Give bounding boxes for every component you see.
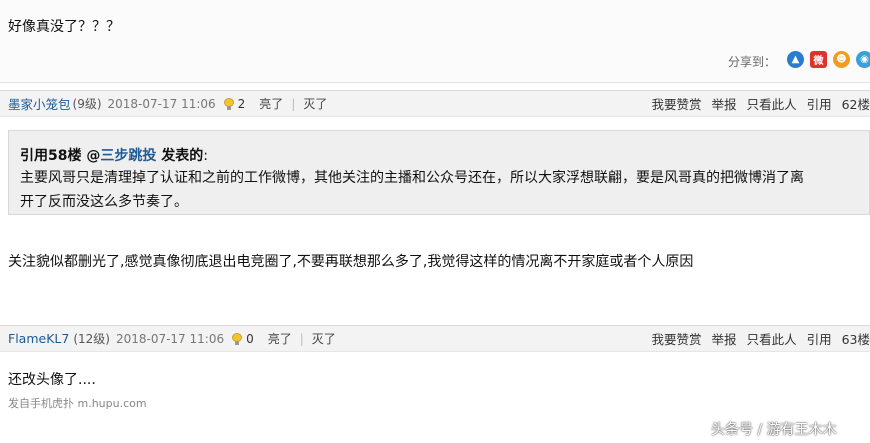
watermark: 头条号 / 游有王木木 [711,422,837,438]
quote-suffix: 发表的 [156,148,204,164]
only-this-user-button[interactable]: 只看此人 [747,94,797,113]
quote-prefix: 引用58楼 @ [20,148,101,164]
reply-header: FlameKL7 (12级) 2018-07-17 11:06 0 亮了 | 灭… [0,325,870,352]
quote-line-2: 开了反而没这么多节奏了。 [20,194,188,210]
reward-button[interactable]: 我要赞赏 [652,329,702,348]
dim-button[interactable]: 灭了 [304,330,336,347]
source-link[interactable]: 发自手机虎扑 m.hupu.com [8,395,147,411]
quote-button[interactable]: 引用 [807,94,832,113]
share-icons: ▲ 微 ☻ ◉ [787,51,870,68]
user-level: (12级) [73,332,110,346]
floor-number: 62楼 [841,97,870,112]
reply-body: 关注貌似都删光了,感觉真像彻底退出电竞圈了,不要再联想那么多了,我觉得这样的情况… [8,254,694,270]
timestamp: 2018-07-17 11:06 [115,331,225,346]
quote-line-1: 主要风哥只是清理掉了认证和之前的工作微博，其他关注的主播和公众号还在，所以大家浮… [20,170,804,186]
post-area [0,0,870,83]
qzone-icon[interactable]: ▲ [787,51,804,68]
quoted-username[interactable]: 三步跳投 [100,148,156,164]
quote-header: 引用58楼 @三步跳投 发表的: [20,145,208,165]
user-level: (9级) [72,97,102,111]
floor-number: 63楼 [841,332,870,347]
like-count: 0 [246,331,254,346]
quote-button[interactable]: 引用 [807,329,832,348]
divider: | [291,96,296,111]
divider: | [299,331,304,346]
reward-button[interactable]: 我要赞赏 [652,94,702,113]
quote-colon: : [203,148,208,164]
reply-actions: 我要赞赏 举报 只看此人 引用 62楼 [642,91,870,116]
light-button[interactable]: 亮了 [245,95,283,112]
share-label: 分享到： [728,55,777,69]
reply-body: 还改头像了.... [8,372,96,388]
timestamp: 2018-07-17 11:06 [107,96,216,111]
like-count: 2 [237,96,246,111]
lightbulb-icon [223,97,234,110]
reply-actions: 我要赞赏 举报 只看此人 引用 63楼 [642,326,870,351]
username[interactable]: FlameKL7 [0,331,69,346]
report-button[interactable]: 举报 [712,94,737,113]
reply-header: 墨家小笼包 (9级) 2018-07-17 11:06 2 亮了 | 灭了 我要… [0,90,870,117]
post-text: 好像真没了？？？ [8,19,120,35]
lightbulb-icon [232,332,243,345]
username[interactable]: 墨家小笼包 [0,94,71,113]
dim-button[interactable]: 灭了 [295,95,327,112]
renren-icon[interactable]: ◉ [856,51,870,68]
weibo-icon[interactable]: 微 [810,51,827,68]
tencent-icon[interactable]: ☻ [833,51,850,68]
only-this-user-button[interactable]: 只看此人 [747,329,797,348]
report-button[interactable]: 举报 [712,329,737,348]
light-button[interactable]: 亮了 [254,330,292,347]
